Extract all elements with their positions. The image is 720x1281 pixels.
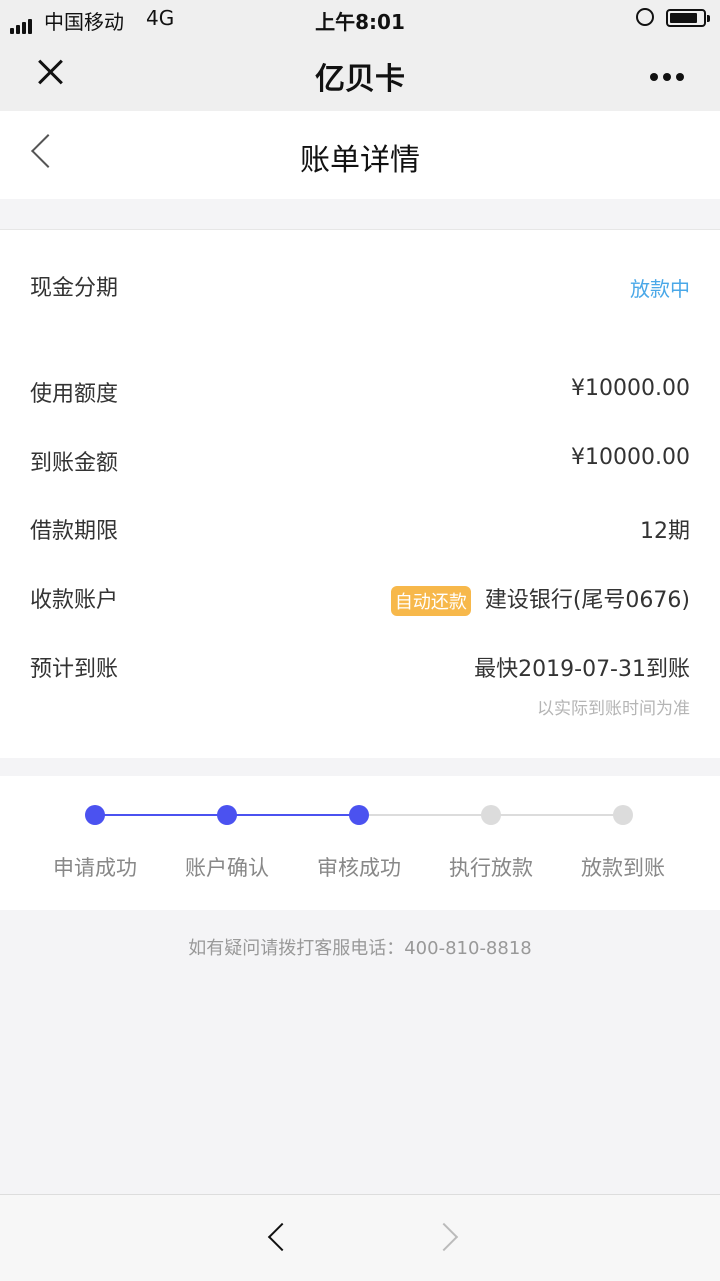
account-label: 收款账户: [30, 588, 119, 613]
bill-details: 使用额度 ¥10000.00 到账金额 ¥10000.00 借款期限 12期 收…: [0, 338, 720, 758]
status-bar: 中国移动 4G 上午8:01: [0, 0, 720, 36]
step-label: 申请成功: [53, 856, 137, 880]
account-info: 自动还款 建设银行(尾号0676): [390, 582, 690, 616]
term-label: 借款期限: [30, 519, 119, 544]
progress-line: [359, 814, 491, 816]
step-dot: [85, 805, 105, 825]
progress-line: [491, 814, 623, 816]
term-value: 12期: [640, 519, 690, 544]
bottom-nav: [0, 1194, 720, 1281]
battery-icon: [666, 9, 710, 27]
step-dot: [613, 805, 633, 825]
bill-status: 放款中: [630, 277, 690, 301]
progress-line: [227, 814, 359, 816]
received-label: 到账金额: [30, 451, 119, 476]
help-text: 如有疑问请拨打客服电话：400-810-8818: [188, 938, 532, 959]
usage-label: 使用额度: [30, 382, 119, 407]
auto-repay-badge: 自动还款: [390, 586, 471, 616]
nav-back-icon[interactable]: [267, 1222, 297, 1252]
step-label: 审核成功: [317, 856, 401, 880]
received-value: ¥10000.00: [571, 445, 690, 470]
eta-value: 最快2019-07-31到账: [474, 657, 690, 682]
more-icon[interactable]: [650, 66, 689, 85]
account-value: 建设银行(尾号0676): [484, 588, 690, 613]
usage-value: ¥10000.00: [571, 376, 690, 401]
loan-progress: 申请成功 账户确认 审核成功 执行放款 放款到账: [0, 776, 720, 910]
progress-line: [95, 814, 227, 816]
nav-forward-icon[interactable]: [429, 1222, 459, 1252]
app-title: 亿贝卡: [315, 62, 405, 97]
step-label: 执行放款: [449, 856, 533, 880]
rotation-lock-icon: [636, 8, 654, 26]
eta-label: 预计到账: [30, 657, 119, 682]
page-header: 账单详情: [0, 111, 720, 199]
clock: 上午8:01: [315, 10, 405, 34]
step-dot: [481, 805, 501, 825]
step-dot: [217, 805, 237, 825]
miniprogram-bar: 亿贝卡: [0, 36, 720, 111]
bill-type-label: 现金分期: [30, 276, 119, 301]
page-title: 账单详情: [300, 143, 420, 178]
bill-summary: 现金分期 放款中: [0, 229, 720, 339]
step-label: 账户确认: [185, 856, 269, 880]
step-dot: [349, 805, 369, 825]
eta-note: 以实际到账时间为准: [537, 699, 690, 719]
step-label: 放款到账: [581, 856, 665, 880]
